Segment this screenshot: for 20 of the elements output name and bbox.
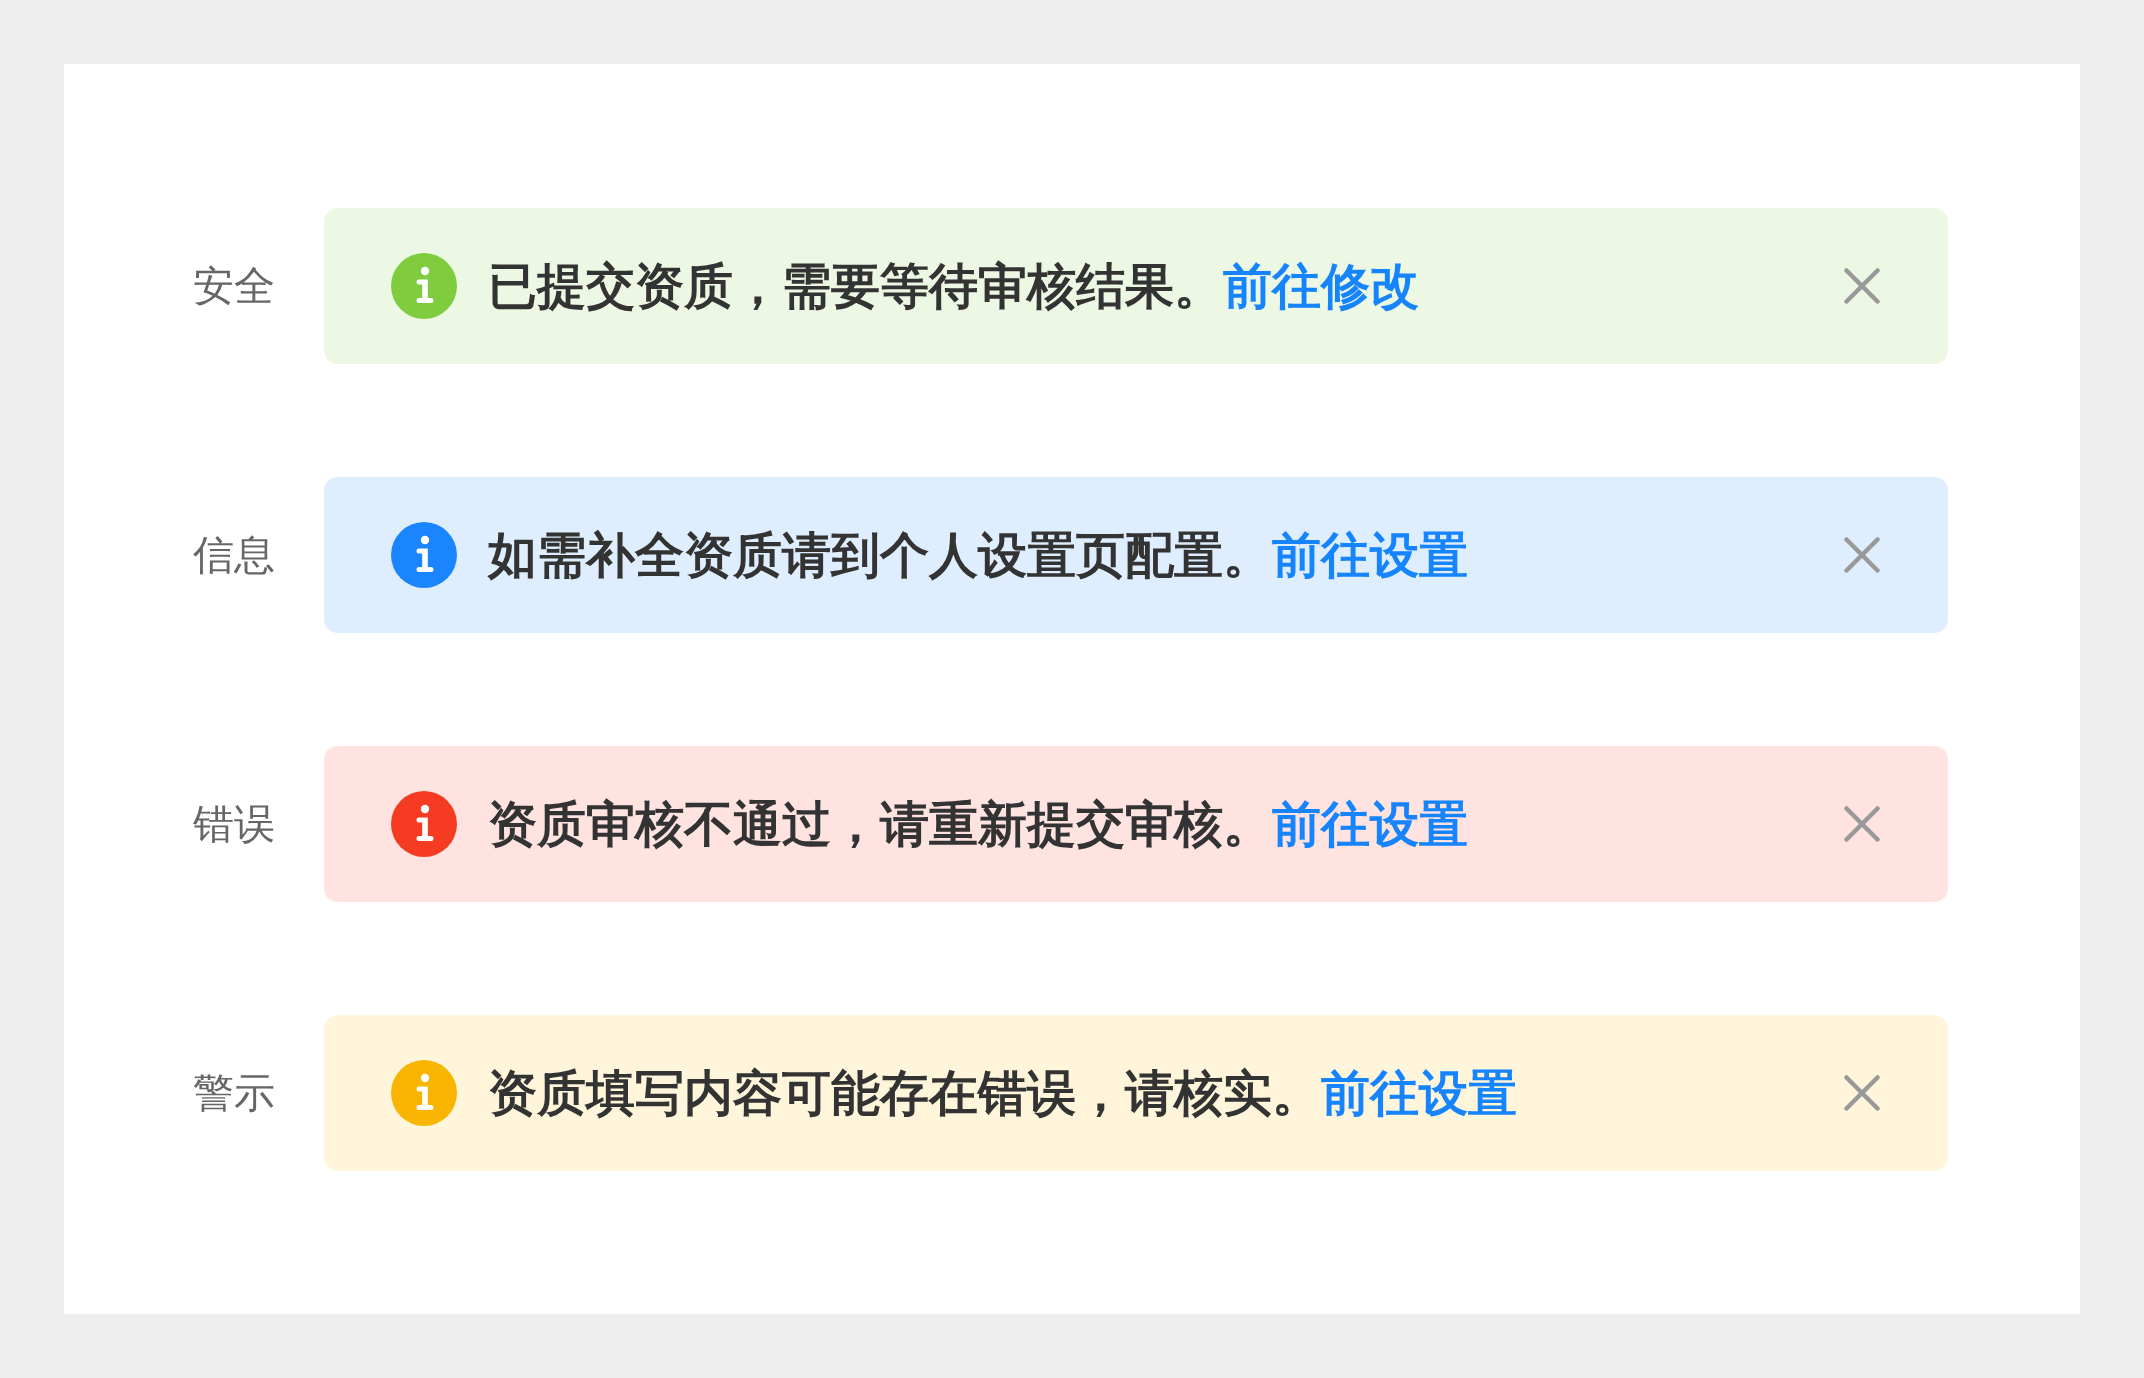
close-button[interactable] <box>1844 806 1880 842</box>
close-button[interactable] <box>1844 537 1880 573</box>
link[interactable]: 前往设置 <box>1272 796 1468 851</box>
close-icon <box>1844 537 1880 573</box>
close-button[interactable] <box>1844 268 1880 304</box>
row-label: 信息 <box>193 534 275 576</box>
alert-message: 资质审核不通过，请重新提交审核。前往设置 <box>488 799 1468 849</box>
alert-message: 已提交资质，需要等待审核结果。前往修改 <box>488 261 1419 311</box>
close-icon <box>1844 268 1880 304</box>
alert-message: 资质填写内容可能存在错误，请核实。前往设置 <box>488 1068 1517 1118</box>
link[interactable]: 前往修改 <box>1223 258 1419 313</box>
row-label: 警示 <box>193 1072 275 1114</box>
row-label: 错误 <box>193 803 275 845</box>
link[interactable]: 前往设置 <box>1321 1065 1517 1120</box>
close-icon <box>1844 1075 1880 1111</box>
alert-message: 如需补全资质请到个人设置页配置。前往设置 <box>488 530 1468 580</box>
row-label: 安全 <box>193 265 275 307</box>
close-icon <box>1844 806 1880 842</box>
link[interactable]: 前往设置 <box>1272 527 1468 582</box>
close-button[interactable] <box>1844 1075 1880 1111</box>
